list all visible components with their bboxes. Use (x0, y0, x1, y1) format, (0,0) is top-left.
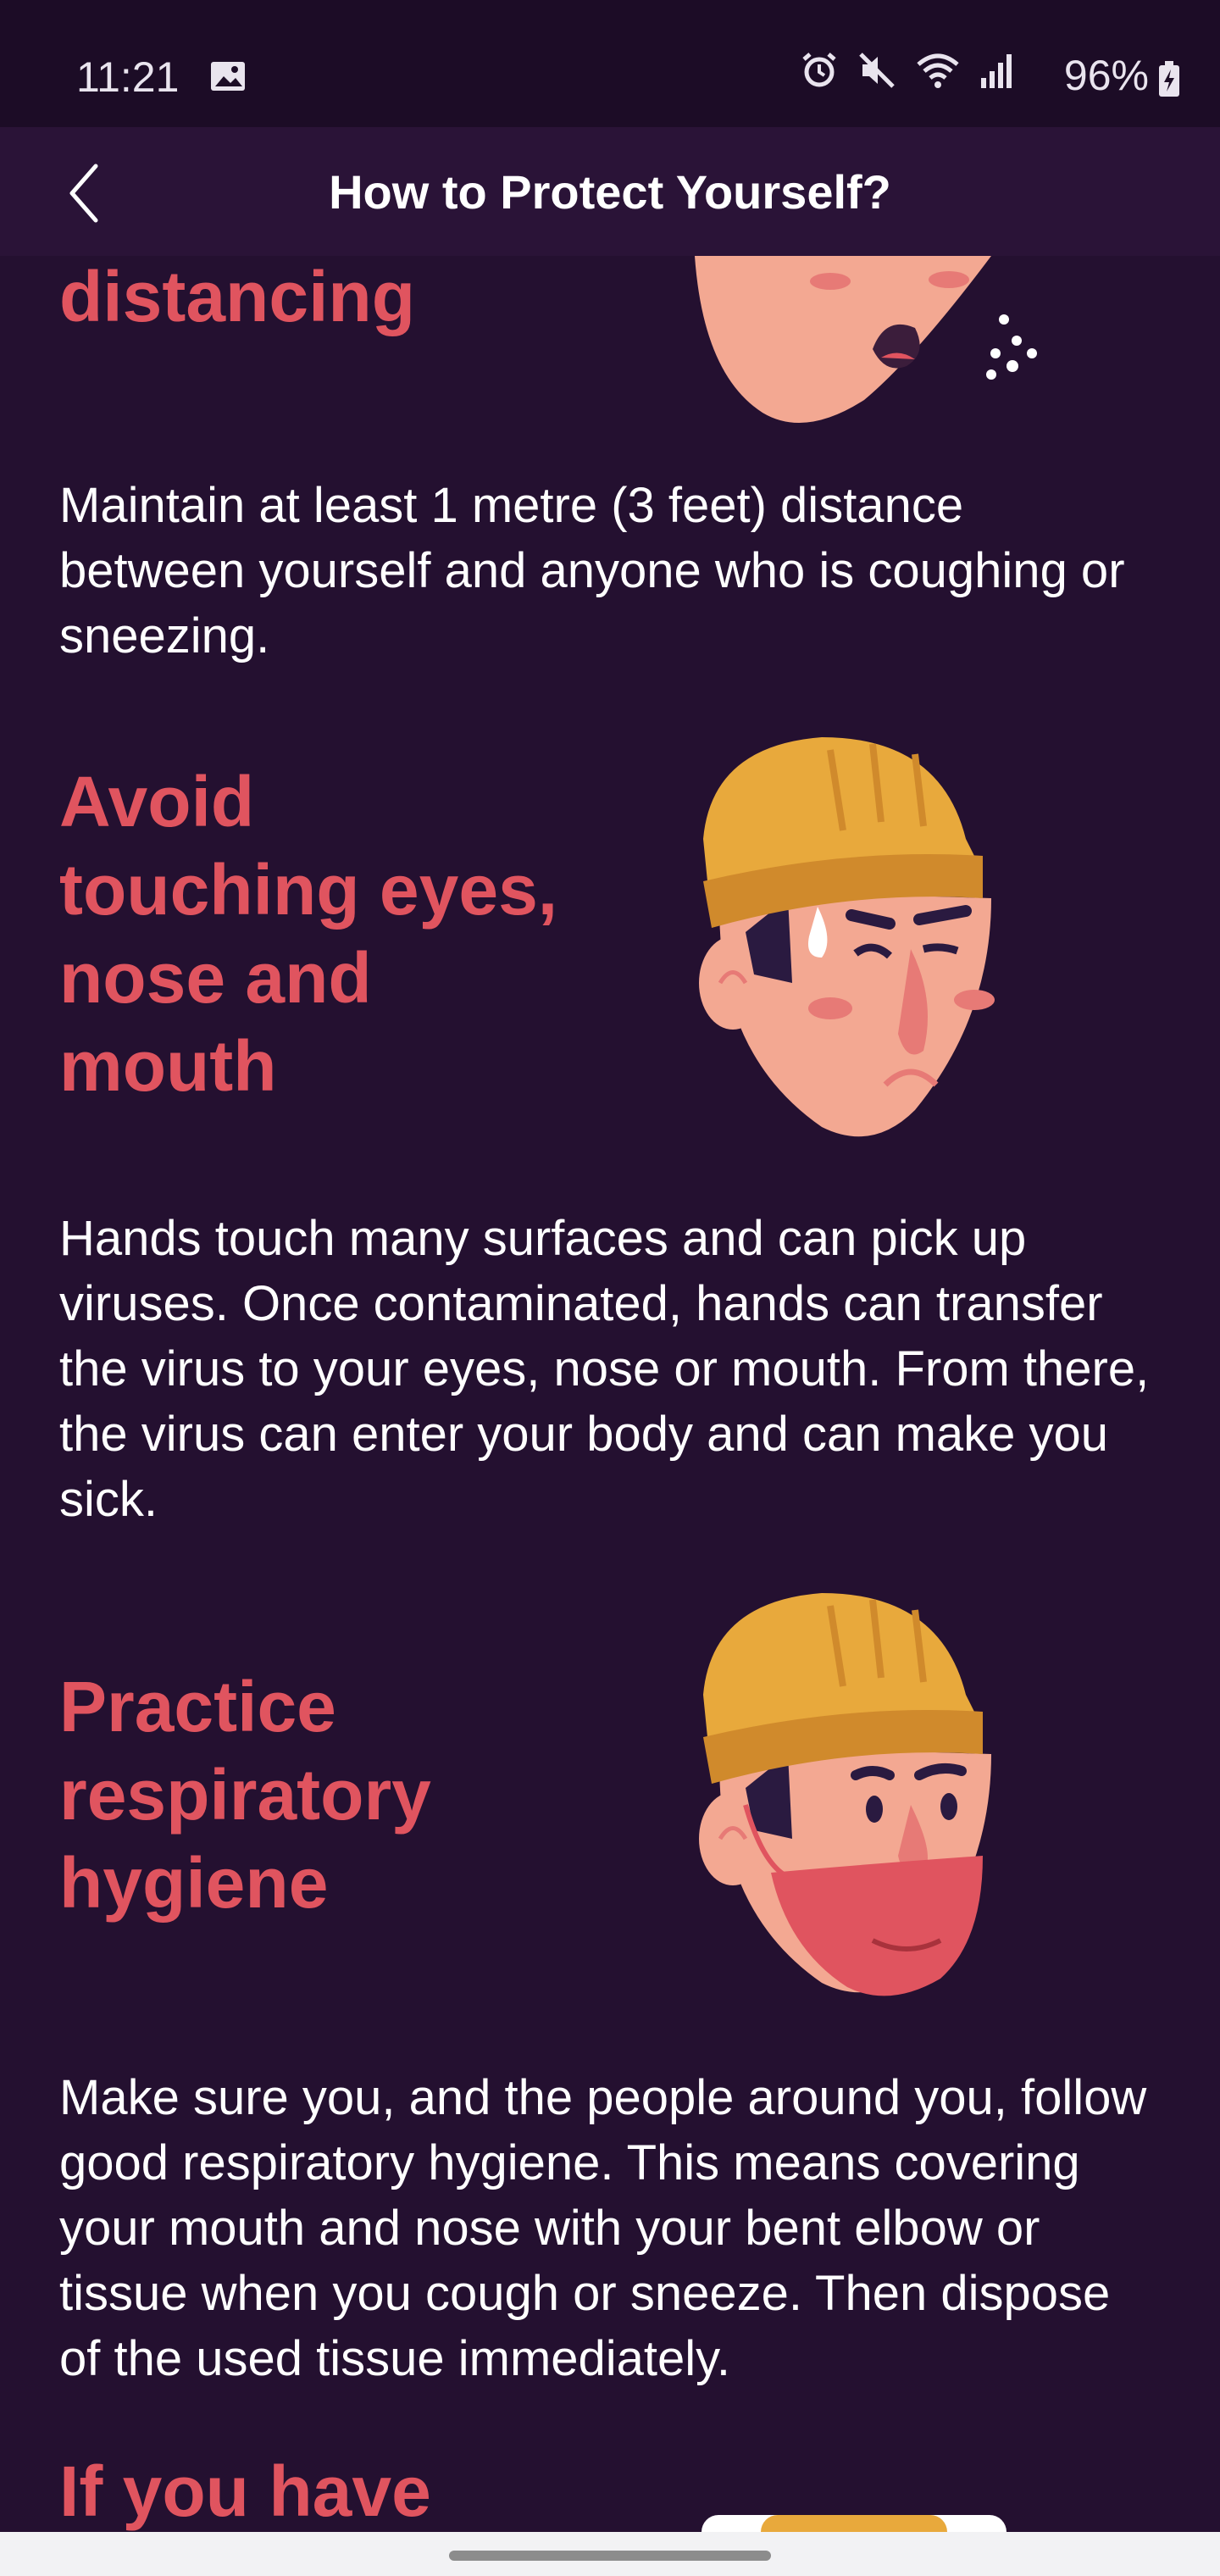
title-line: respiratory (59, 1755, 431, 1835)
gallery-icon (210, 61, 246, 96)
title-line: mouth (59, 1026, 277, 1106)
section-body-respiratory-hygiene: Make sure you, and the people around you… (59, 2070, 1147, 2386)
title-line: hygiene (59, 1843, 329, 1923)
status-bar: 11:21 96% (0, 0, 1220, 127)
app-bar: How to Protect Yourself? (0, 127, 1220, 256)
alarm-icon (800, 51, 839, 94)
status-time: 11:21 (76, 53, 180, 101)
section-title-respiratory-hygiene: Practice respiratory hygiene (59, 1663, 431, 1927)
battery-charging-icon (1157, 61, 1181, 103)
signal-icon (979, 51, 1017, 94)
mute-icon (857, 51, 896, 94)
sneezing-face-illustration (695, 256, 1037, 423)
section-title-avoid-touching: Avoid touching eyes, nose and mouth (59, 758, 557, 1110)
home-indicator[interactable] (449, 2551, 771, 2561)
wifi-icon (915, 51, 961, 94)
battery-percentage: 96% (1063, 52, 1149, 99)
section-title-if-you-have: If you have (59, 2451, 431, 2531)
section-body-avoid-touching: Hands touch many surfaces and can pick u… (59, 1211, 1150, 1527)
content-scroll[interactable]: distancing Maintain at least 1 metre (3 … (0, 0, 1220, 2576)
worried-face-illustration (699, 737, 995, 1137)
masked-face-illustration (699, 1593, 991, 1996)
status-icons (800, 51, 1017, 94)
page-title: How to Protect Yourself? (329, 165, 891, 219)
title-line: Avoid (59, 762, 255, 841)
section-body-distancing: Maintain at least 1 metre (3 feet) dista… (59, 478, 1125, 663)
title-line: touching eyes, (59, 850, 558, 930)
navigation-bar (0, 2532, 1220, 2576)
title-line: Practice (59, 1667, 336, 1746)
section-title-distancing: distancing (59, 257, 416, 336)
title-line: nose and (59, 938, 372, 1018)
